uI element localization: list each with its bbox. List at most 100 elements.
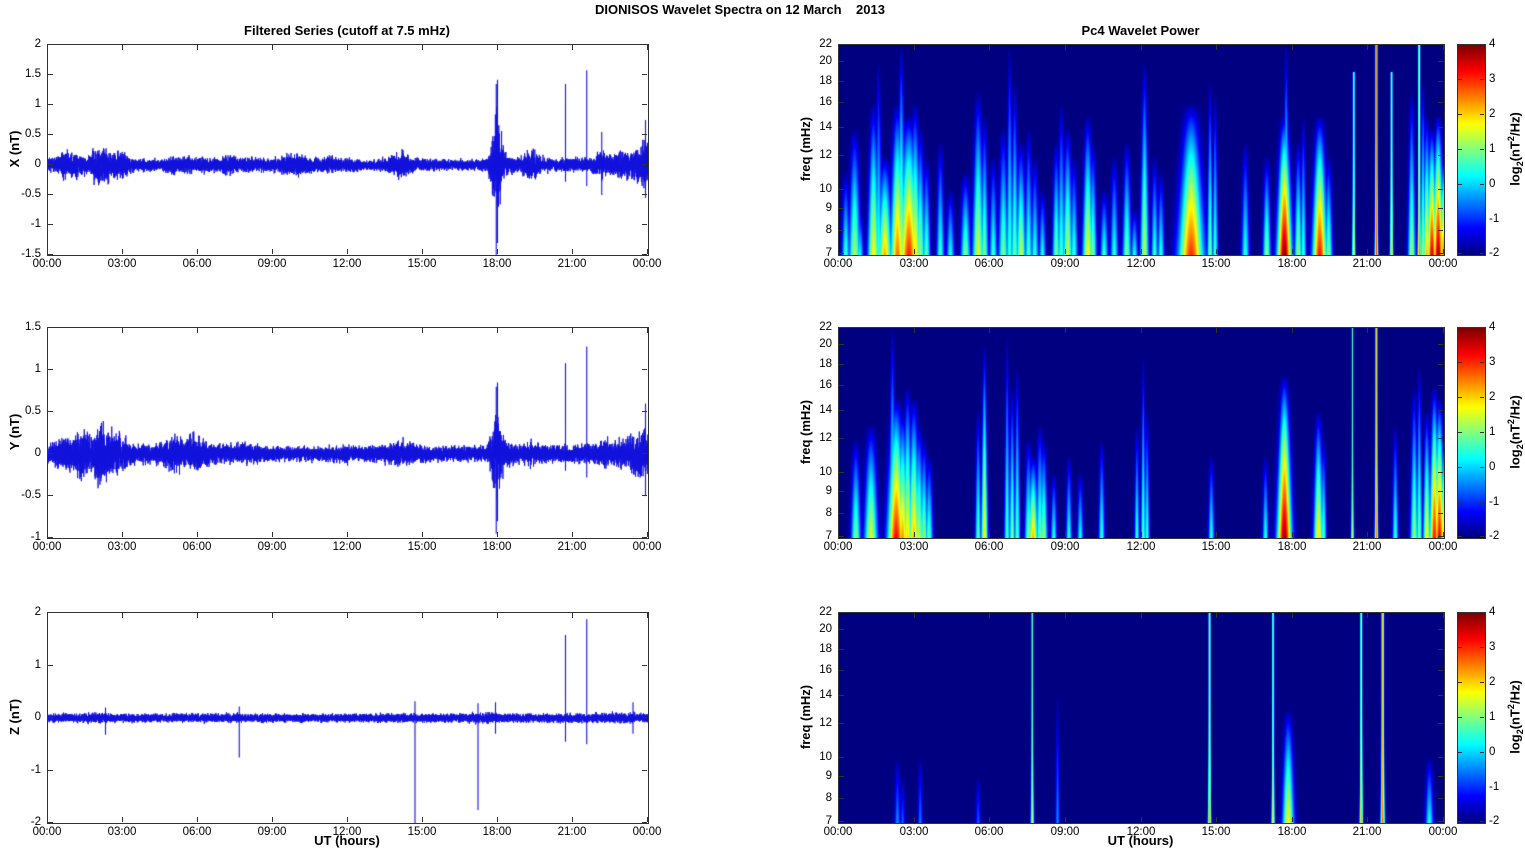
timeseries-y-panel-canvas xyxy=(48,328,648,538)
tick-mark xyxy=(839,670,844,671)
tick-mark xyxy=(272,532,273,537)
x-tick-label: 00:00 xyxy=(32,258,62,270)
freq-tick-label: 22 xyxy=(819,321,832,333)
colorbar-unit-label-part: (nT xyxy=(1507,709,1523,730)
colorbar-row1 xyxy=(1457,44,1486,256)
tick-mark xyxy=(642,537,647,538)
colorbar-unit-label: log2(nT2/Hz) xyxy=(1504,362,1525,502)
tick-mark xyxy=(48,453,53,454)
colorbar-tick-label: 4 xyxy=(1489,38,1496,50)
tick-mark xyxy=(48,134,53,135)
tick-mark xyxy=(1141,249,1142,254)
tick-mark xyxy=(1458,184,1462,185)
tick-mark xyxy=(272,45,273,50)
tick-mark xyxy=(1065,532,1066,537)
tick-mark xyxy=(422,45,423,50)
tick-mark xyxy=(839,472,844,473)
tick-mark xyxy=(1367,532,1368,537)
tick-mark xyxy=(989,817,990,822)
tick-mark xyxy=(839,798,844,799)
tick-mark xyxy=(122,817,123,822)
tick-mark xyxy=(1443,45,1444,50)
wavelet-spectra-figure: DIONISOS Wavelet Spectra on 12 March 201… xyxy=(0,0,1525,854)
tick-mark xyxy=(1216,817,1217,822)
x-tick-label: 00:00 xyxy=(823,541,853,553)
figure-title: DIONISOS Wavelet Spectra on 12 March 201… xyxy=(595,2,885,17)
tick-mark xyxy=(1458,752,1462,753)
tick-mark xyxy=(1480,752,1484,753)
tick-mark xyxy=(1292,328,1293,333)
tick-mark xyxy=(1367,817,1368,822)
tick-mark xyxy=(642,495,647,496)
tick-mark xyxy=(572,249,573,254)
tick-mark xyxy=(1443,613,1444,618)
tick-mark xyxy=(1216,249,1217,254)
tick-mark xyxy=(497,613,498,618)
x-tick-label: 03:00 xyxy=(899,541,929,553)
y-tick-label: 2 xyxy=(34,606,41,618)
spectrogram-y-panel xyxy=(838,327,1445,539)
tick-mark xyxy=(1458,536,1462,537)
tick-mark xyxy=(47,249,48,254)
tick-mark xyxy=(347,613,348,618)
tick-mark xyxy=(1458,467,1462,468)
spectrogram-z-panel xyxy=(838,612,1445,824)
colorbar-unit-label-part: (nT xyxy=(1507,141,1523,162)
colorbar-row1-canvas xyxy=(1458,45,1485,255)
colorbar-tick-label: -2 xyxy=(1489,247,1500,259)
tick-mark xyxy=(839,438,844,439)
x-tick-label: 15:00 xyxy=(1201,258,1231,270)
y-axis-label-y: Y (nT) xyxy=(7,413,22,451)
tick-mark xyxy=(1458,682,1462,683)
tick-mark xyxy=(1480,253,1484,254)
tick-mark xyxy=(1438,127,1443,128)
tick-mark xyxy=(642,453,647,454)
tick-mark xyxy=(1367,45,1368,50)
colorbar-unit-label-part: log xyxy=(1507,166,1523,186)
tick-mark xyxy=(497,249,498,254)
freq-tick-label: 20 xyxy=(819,55,832,67)
x-tick-label: 09:00 xyxy=(257,541,287,553)
tick-mark xyxy=(647,613,648,618)
spectrogram-z-panel-canvas xyxy=(839,613,1444,823)
tick-mark xyxy=(642,369,647,370)
x-tick-label: 18:00 xyxy=(482,258,512,270)
colorbar-row3 xyxy=(1457,612,1486,824)
freq-axis-label-y: freq (mHz) xyxy=(798,399,813,465)
y-axis-label-x: X (nT) xyxy=(7,130,22,168)
tick-mark xyxy=(1216,45,1217,50)
x-tick-label: 00:00 xyxy=(823,258,853,270)
tick-mark xyxy=(642,770,647,771)
spectrogram-y-panel-canvas xyxy=(839,328,1444,538)
tick-mark xyxy=(839,61,844,62)
tick-mark xyxy=(197,817,198,822)
tick-mark xyxy=(1458,612,1462,613)
x-axis-label-right: UT (hours) xyxy=(1107,833,1174,848)
tick-mark xyxy=(1458,397,1462,398)
colorbar-unit-label-part: /Hz) xyxy=(1507,680,1523,705)
colorbar-row2-canvas xyxy=(1458,328,1485,538)
tick-mark xyxy=(1438,385,1443,386)
tick-mark xyxy=(47,532,48,537)
tick-mark xyxy=(422,249,423,254)
x-tick-label: 18:00 xyxy=(1277,541,1307,553)
tick-mark xyxy=(1438,513,1443,514)
tick-mark xyxy=(497,45,498,50)
x-tick-label: 03:00 xyxy=(899,258,929,270)
tick-mark xyxy=(1141,328,1142,333)
tick-mark xyxy=(122,249,123,254)
tick-mark xyxy=(839,189,844,190)
tick-mark xyxy=(1292,613,1293,618)
colorbar-unit-label-part: 2 xyxy=(1514,444,1525,450)
colorbar-unit-label-part: /Hz) xyxy=(1507,112,1523,137)
tick-mark xyxy=(1216,328,1217,333)
tick-mark xyxy=(48,495,53,496)
tick-mark xyxy=(642,224,647,225)
tick-mark xyxy=(1438,230,1443,231)
tick-mark xyxy=(914,328,915,333)
timeseries-y-panel xyxy=(47,327,649,539)
tick-mark xyxy=(1438,695,1443,696)
colorbar-unit-label: log2(nT2/Hz) xyxy=(1504,647,1525,787)
tick-mark xyxy=(1438,723,1443,724)
x-tick-label: 12:00 xyxy=(1126,541,1156,553)
